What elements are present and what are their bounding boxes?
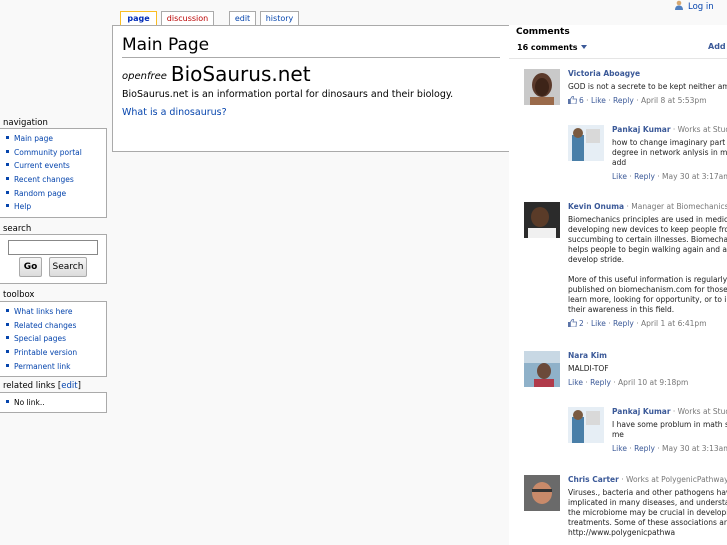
avatar[interactable] xyxy=(524,351,560,387)
caret-down-icon xyxy=(580,45,587,49)
comment-author[interactable]: Pankaj Kumar xyxy=(612,125,671,134)
tool-permanent-link[interactable]: Permanent link xyxy=(6,360,106,374)
reply-link[interactable]: Reply xyxy=(634,172,655,181)
comments-divider xyxy=(509,58,727,59)
personal-tools: Log in xyxy=(674,0,714,12)
reply-link[interactable]: Reply xyxy=(634,444,655,453)
like-link[interactable]: Like xyxy=(591,319,606,328)
reply-link[interactable]: Reply xyxy=(613,319,634,328)
comment-actions: Like · Reply · May 30 at 3:17am xyxy=(612,172,727,182)
comment-time: May 30 at 3:17am xyxy=(662,172,727,181)
user-icon xyxy=(675,0,683,10)
like-count[interactable]: 2 xyxy=(579,319,584,328)
comment-text: Biomechanics principles are used in medi… xyxy=(568,215,727,314)
avatar[interactable] xyxy=(524,202,560,238)
comment-actions: Like · Reply · May 30 at 3:13am xyxy=(612,444,727,454)
comments-sort-dropdown[interactable]: 16 comments xyxy=(517,42,587,53)
comment-author[interactable]: Pankaj Kumar xyxy=(612,407,671,416)
comment-actions: 2 · Like · Reply · April 1 at 6:41pm xyxy=(568,319,727,329)
comment-time: April 1 at 6:41pm xyxy=(640,319,707,328)
like-link[interactable]: Like xyxy=(612,172,627,181)
like-link[interactable]: Like xyxy=(612,444,627,453)
related-links-heading: related links [edit] xyxy=(3,381,81,391)
comment-text: Viruses., bacteria and other pathogens h… xyxy=(568,488,727,537)
thumbs-up-icon xyxy=(568,96,577,104)
like-count[interactable]: 6 xyxy=(579,96,584,105)
go-button[interactable]: Go xyxy=(19,257,42,277)
toolbox-heading: toolbox xyxy=(3,290,35,300)
comments-title: Comments xyxy=(516,27,570,37)
related-no-link: No link.. xyxy=(6,396,106,410)
search-button[interactable]: Search xyxy=(49,257,87,277)
tab-edit[interactable]: edit xyxy=(229,11,256,25)
nav-help[interactable]: Help xyxy=(6,200,106,214)
comment-author[interactable]: Chris Carter xyxy=(568,475,619,484)
content-area: Main Page openfree BioSaurus.net BioSauru… xyxy=(112,25,512,152)
nav-current-events[interactable]: Current events xyxy=(6,159,106,173)
comments-panel: Comments 16 comments Add a Victoria Aboa… xyxy=(509,25,727,545)
site-title: openfree BioSaurus.net xyxy=(122,62,311,86)
comment-author-info: · Works at PolygenicPathways xyxy=(618,475,727,484)
related-links-title: related links xyxy=(3,381,56,391)
site-title-big: BioSaurus.net xyxy=(170,62,311,86)
avatar[interactable] xyxy=(568,407,604,443)
nav-community-portal[interactable]: Community portal xyxy=(6,146,106,160)
comment-author-info: · Works at Stude xyxy=(672,125,727,134)
tool-related-changes[interactable]: Related changes xyxy=(6,319,106,333)
comment-author-info: · Manager at Biomechanics xyxy=(624,202,727,211)
comments-count: 16 comments xyxy=(517,43,578,52)
site-title-small: openfree xyxy=(122,71,167,82)
avatar[interactable] xyxy=(524,69,560,105)
comment-author[interactable]: Nara Kim xyxy=(568,351,607,360)
comment-text: MALDI-TOF xyxy=(568,364,609,373)
comment-actions: 6 · Like · Reply · April 8 at 5:53pm xyxy=(568,96,727,106)
navigation-portlet: Main page Community portal Current event… xyxy=(0,128,107,218)
intro-text: BioSaurus.net is an information portal f… xyxy=(122,89,454,100)
thumbs-up-icon xyxy=(568,319,577,327)
avatar[interactable] xyxy=(568,125,604,161)
avatar[interactable] xyxy=(524,475,560,511)
tool-special-pages[interactable]: Special pages xyxy=(6,332,106,346)
navigation-heading: navigation xyxy=(3,118,48,128)
dinosaurus-link[interactable]: What is a dinosaurus? xyxy=(122,107,227,118)
add-comment-link[interactable]: Add a xyxy=(708,42,727,51)
tool-printable-version[interactable]: Printable version xyxy=(6,346,106,360)
tool-what-links-here[interactable]: What links here xyxy=(6,305,106,319)
like-link[interactable]: Like xyxy=(591,96,606,105)
search-heading: search xyxy=(3,224,32,234)
comment-text: GOD is not a secrete to be kept neither … xyxy=(568,82,727,91)
toolbox-portlet: What links here Related changes Special … xyxy=(0,301,107,377)
page-title: Main Page xyxy=(122,35,500,58)
tab-page[interactable]: page xyxy=(120,11,157,25)
nav-recent-changes[interactable]: Recent changes xyxy=(6,173,106,187)
reply-link[interactable]: Reply xyxy=(613,96,634,105)
comment-time: April 8 at 5:53pm xyxy=(640,96,707,105)
login-link[interactable]: Log in xyxy=(688,2,714,12)
nav-random-page[interactable]: Random page xyxy=(6,187,106,201)
tab-discussion[interactable]: discussion xyxy=(161,11,214,25)
like-link[interactable]: Like xyxy=(568,378,583,387)
tab-history[interactable]: history xyxy=(260,11,299,25)
nav-main-page[interactable]: Main page xyxy=(6,132,106,146)
reply-link[interactable]: Reply xyxy=(590,378,611,387)
comment-author[interactable]: Victoria Aboagye xyxy=(568,69,640,78)
comment-text: I have some problum in math so me xyxy=(612,420,727,439)
comment-actions: Like · Reply · April 10 at 9:18pm xyxy=(568,378,689,387)
comment-time: May 30 at 3:13am xyxy=(662,444,727,453)
search-input[interactable] xyxy=(8,240,98,255)
comment-author[interactable]: Kevin Onuma xyxy=(568,202,624,211)
comment-time: April 10 at 9:18pm xyxy=(618,378,689,387)
related-links-edit[interactable]: edit xyxy=(61,381,77,391)
comment-text: how to change imaginary part to degree in… xyxy=(612,138,727,167)
related-links-portlet: No link.. xyxy=(0,392,107,413)
comment-author-info: · Works at Stude xyxy=(672,407,727,416)
